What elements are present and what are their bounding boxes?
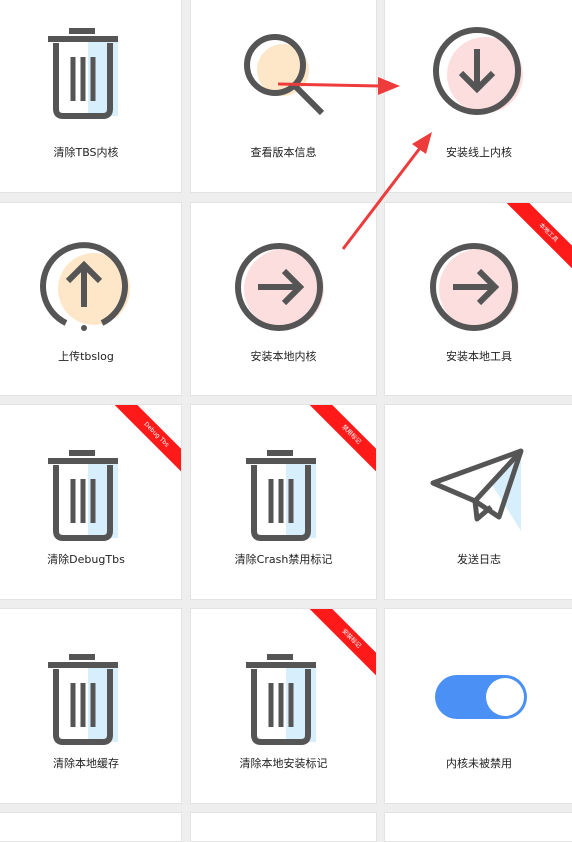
tile-partial [0, 812, 182, 842]
tile-label: 清除本地安装标记 [239, 757, 328, 770]
tile-label: 内核未被禁用 [446, 757, 512, 770]
tile-partial [190, 812, 377, 842]
tile-clear-tbs-kernel[interactable]: 清除TBS内核 [0, 0, 182, 193]
tile-install-local-tool[interactable]: 本地工具 安装本地工具 [384, 202, 572, 396]
tile-label: 清除本地缓存 [53, 757, 119, 770]
tile-label: 发送日志 [457, 553, 501, 566]
tile-install-local-kernel[interactable]: 安装本地内核 [190, 202, 377, 396]
tile-label: 查看版本信息 [250, 146, 317, 159]
tile-partial [384, 812, 572, 842]
tile-label: 清除TBS内核 [53, 146, 119, 159]
tile-send-log[interactable]: 发送日志 [384, 404, 572, 600]
download-circle-icon [433, 27, 523, 115]
paper-plane-icon [430, 448, 524, 531]
tile-label: 上传tbslog [58, 350, 114, 363]
tile-upload-tbslog[interactable]: 上传tbslog [0, 202, 182, 396]
trash-icon [48, 450, 118, 541]
trash-icon [245, 450, 316, 541]
trash-icon [48, 654, 118, 745]
tile-kernel-not-disabled[interactable]: 内核未被禁用 [384, 608, 572, 804]
tile-label: 安装线上内核 [446, 146, 512, 159]
arrow-right-circle-icon [234, 243, 324, 331]
tile-view-version-info[interactable]: 查看版本信息 [190, 0, 377, 193]
tile-label: 清除Crash禁用标记 [234, 553, 333, 566]
upload-circle-icon [40, 242, 130, 331]
magnifier-icon [243, 34, 324, 116]
tile-clear-local-cache[interactable]: 清除本地缓存 [0, 608, 182, 804]
tile-label: 清除DebugTbs [47, 553, 125, 566]
tile-install-online-kernel[interactable]: 安装线上内核 [384, 0, 572, 193]
tile-clear-crash-flag[interactable]: 禁用标记 清除Crash禁用标记 [190, 404, 377, 600]
trash-icon [48, 28, 118, 119]
toggle-switch-icon[interactable] [429, 647, 529, 747]
tile-label: 安装本地工具 [446, 350, 512, 363]
trash-icon [245, 654, 316, 745]
tile-label: 安装本地内核 [250, 350, 317, 363]
tile-clear-local-install-flag[interactable]: 安装标记 清除本地安装标记 [190, 608, 377, 804]
arrow-right-circle-icon [430, 243, 519, 331]
tile-clear-debugtbs[interactable]: Debug Tbs 清除DebugTbs [0, 404, 182, 600]
